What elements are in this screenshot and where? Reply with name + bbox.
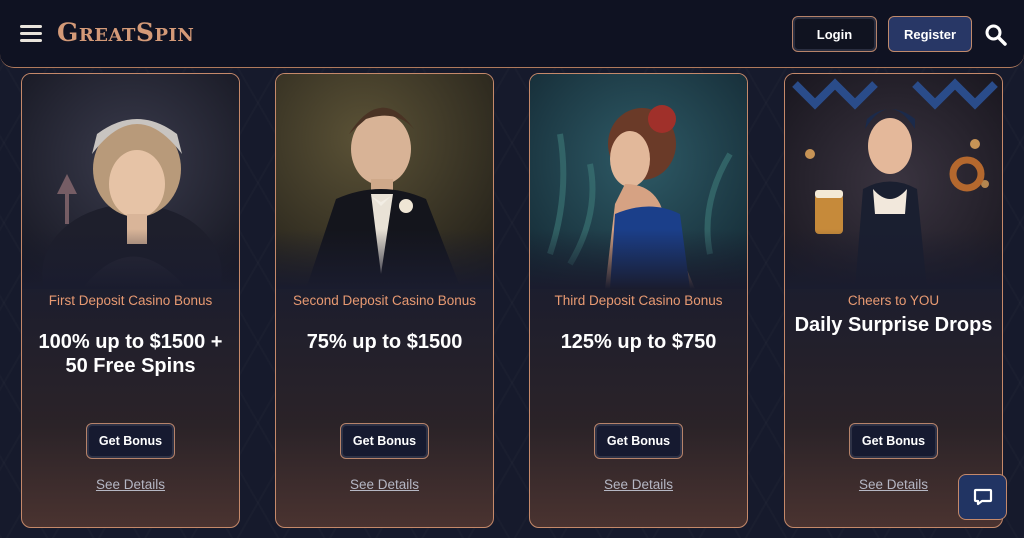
see-details-link[interactable]: See Details [276, 477, 493, 492]
bonus-card-image [785, 74, 1002, 289]
bonus-card-daily-drops: Cheers to YOU Daily Surprise Drops Get B… [784, 73, 1003, 528]
see-details-link[interactable]: See Details [22, 477, 239, 492]
bonus-card-second-deposit: Second Deposit Casino Bonus 75% up to $1… [275, 73, 494, 528]
see-details-link[interactable]: See Details [530, 477, 747, 492]
search-icon[interactable] [985, 24, 1007, 46]
bonus-card-first-deposit: First Deposit Casino Bonus 100% up to $1… [21, 73, 240, 528]
bonus-card-title: Daily Surprise Drops [794, 314, 993, 336]
bonus-card-subtitle: Cheers to YOU [847, 293, 940, 308]
login-button[interactable]: Login [792, 16, 877, 52]
register-button[interactable]: Register [888, 16, 972, 52]
bonus-card-title: 75% up to $1500 [306, 331, 463, 353]
get-bonus-button[interactable]: Get Bonus [86, 423, 175, 459]
get-bonus-button[interactable]: Get Bonus [594, 423, 683, 459]
bonus-card-third-deposit: Third Deposit Casino Bonus 125% up to $7… [529, 73, 748, 528]
bonus-card-subtitle: Second Deposit Casino Bonus [292, 293, 477, 308]
bonus-card-subtitle: First Deposit Casino Bonus [48, 293, 213, 308]
site-logo[interactable]: GreatSpin [57, 18, 194, 47]
bonus-card-image [530, 74, 747, 289]
bonus-card-title: 125% up to $750 [560, 331, 717, 353]
site-header: GreatSpin Login Register [0, 0, 1024, 68]
chat-icon [973, 488, 992, 506]
get-bonus-button[interactable]: Get Bonus [849, 423, 938, 459]
bonus-card-subtitle: Third Deposit Casino Bonus [554, 293, 723, 308]
bonus-card-title: 100% up to $1500 + 50 Free Spins [38, 331, 223, 377]
chat-button[interactable] [958, 474, 1007, 520]
bonus-card-image [22, 74, 239, 289]
hamburger-icon[interactable] [20, 23, 42, 43]
bonus-card-image [276, 74, 493, 289]
get-bonus-button[interactable]: Get Bonus [340, 423, 429, 459]
